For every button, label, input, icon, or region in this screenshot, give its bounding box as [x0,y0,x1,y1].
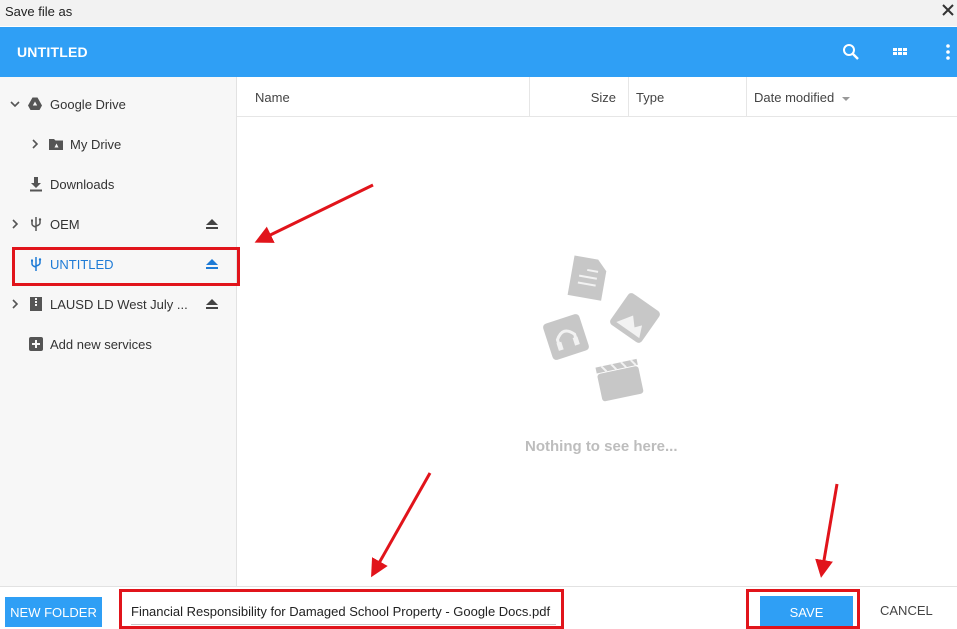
column-header-row: Name Size Type Date modified [237,77,957,117]
chevron-right-icon[interactable] [9,298,21,310]
empty-state-message: Nothing to see here... [525,438,678,455]
eject-icon[interactable] [205,298,219,310]
sidebar-item-lausd-archive[interactable]: LAUSD LD West July ... [0,289,237,321]
search-icon[interactable] [840,41,862,63]
column-date-modified[interactable]: Date modified [746,77,957,117]
sidebar-item-google-drive[interactable]: Google Drive [0,89,237,121]
sidebar-item-downloads[interactable]: Downloads [0,169,237,201]
window-title: Save file as [5,4,73,19]
sort-arrow-icon [841,96,850,101]
current-folder-title: UNTITLED [17,44,88,60]
chevron-right-icon[interactable] [9,218,21,230]
header-bar: UNTITLED [0,27,957,77]
empty-folder-illustration [543,255,660,402]
sidebar-item-label: Downloads [50,177,115,192]
sidebar-item-add-new-services[interactable]: Add new services [0,329,237,361]
add-box-icon [29,337,43,351]
sidebar-item-label: My Drive [70,137,122,152]
sidebar: Google Drive My Drive Downloads OEM UNTI… [0,77,237,586]
sidebar-item-label: LAUSD LD West July ... [50,297,188,312]
sidebar-item-label: Google Drive [50,97,126,112]
sidebar-item-label: Add new services [50,337,152,352]
eject-icon[interactable] [205,258,219,270]
column-name[interactable]: Name [237,77,529,117]
google-drive-icon [28,97,42,110]
title-bar: Save file as [0,0,957,26]
chevron-right-icon[interactable] [29,138,41,150]
eject-icon[interactable] [205,218,219,230]
sidebar-item-oem[interactable]: OEM [0,209,237,241]
column-type[interactable]: Type [628,77,746,117]
file-list-area[interactable]: Name Size Type Date modified Nothing to … [237,77,957,586]
column-size[interactable]: Size [529,77,628,117]
grid-view-icon[interactable] [889,41,911,63]
usb-icon [31,257,42,271]
filename-input[interactable] [131,599,556,625]
sidebar-item-label: OEM [50,217,80,232]
save-button[interactable]: SAVE [760,596,853,628]
download-icon [30,177,42,192]
more-options-icon[interactable] [937,41,957,63]
new-folder-button[interactable]: NEW FOLDER [5,597,102,627]
usb-icon [31,217,42,231]
sidebar-item-label: UNTITLED [50,257,114,272]
archive-icon [30,297,42,311]
close-icon[interactable] [941,3,955,17]
sidebar-item-untitled[interactable]: UNTITLED [0,249,237,281]
footer-bar: NEW FOLDER SAVE CANCEL [0,586,957,629]
sidebar-item-my-drive[interactable]: My Drive [0,129,237,161]
drive-folder-icon [49,139,63,150]
chevron-down-icon[interactable] [9,98,21,110]
cancel-button[interactable]: CANCEL [880,603,933,618]
